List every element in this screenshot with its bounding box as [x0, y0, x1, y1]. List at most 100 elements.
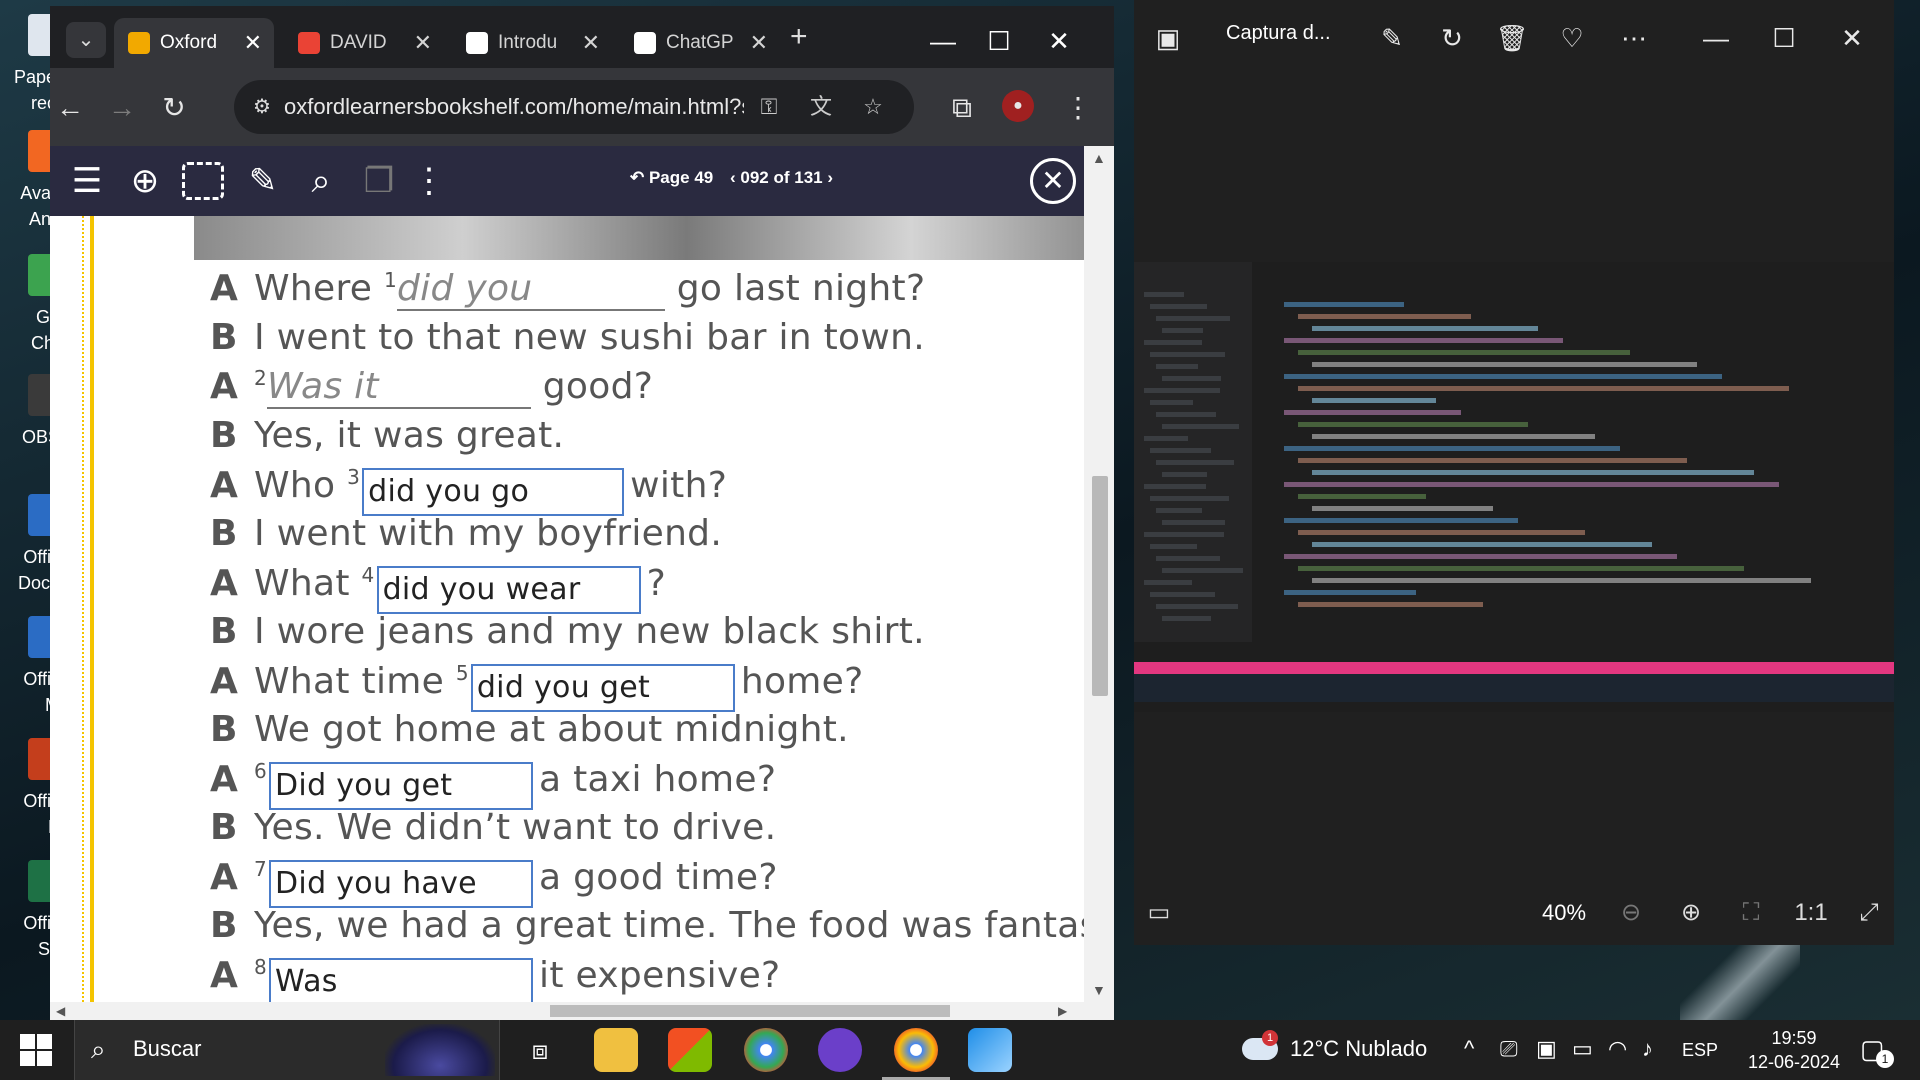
fit-to-window-icon[interactable]: ⛶	[1734, 896, 1768, 930]
site-info-icon[interactable]: ⚙	[248, 93, 276, 121]
desktop-icon[interactable]: Offic Docu	[0, 494, 62, 614]
desktop-icon[interactable]: Offic P	[0, 738, 62, 858]
task-view-icon[interactable]: ⧈	[518, 1028, 562, 1072]
start-button[interactable]	[20, 1034, 52, 1066]
scroll-left-icon[interactable]: ◀	[56, 1002, 65, 1020]
taskbar-search[interactable]: ⌕ Buscar	[74, 1020, 500, 1080]
delete-icon[interactable]: 🗑	[1494, 20, 1530, 56]
next-page-button[interactable]: ›	[823, 168, 833, 187]
taskbar: ⌕ Buscar ⧈ 1 12°C Nublado ^ ⎚ ▣ ▭ ◠ ♪ ES…	[0, 1020, 1920, 1080]
bookmark-star-icon[interactable]: ☆	[858, 92, 888, 122]
close-tab-icon[interactable]: ✕	[582, 18, 600, 68]
scroll-up-icon[interactable]: ▲	[1092, 150, 1106, 166]
zoom-in-icon[interactable]: ⊕	[1674, 896, 1708, 930]
minimize-button[interactable]: —	[918, 16, 968, 66]
viewer-minimize-button[interactable]: —	[1698, 20, 1734, 56]
photos-icon[interactable]	[968, 1028, 1012, 1072]
zoom-in-icon[interactable]: ⊕	[122, 158, 168, 204]
more-icon[interactable]: ⋯	[1616, 20, 1652, 56]
horizontal-scrollbar[interactable]: ◀ ▶	[50, 1002, 1114, 1020]
answer-input[interactable]: Did you have	[269, 860, 534, 908]
desktop-icon[interactable]: Offic Sh	[0, 860, 62, 980]
prev-page-button[interactable]: ‹	[730, 168, 740, 187]
answer-input[interactable]: Was	[269, 958, 534, 1002]
tray-chevron-icon[interactable]: ^	[1464, 1036, 1474, 1062]
table-of-contents-icon[interactable]: ☰	[64, 158, 110, 204]
filmstrip-icon[interactable]: ▭	[1142, 896, 1176, 930]
close-tab-icon[interactable]: ✕	[750, 18, 768, 68]
dialogue-text: Yes. We didn’t want to drive.	[254, 807, 777, 848]
back-button[interactable]: ←	[50, 88, 90, 128]
favorite-heart-icon[interactable]: ♡	[1554, 20, 1590, 56]
desktop-icon[interactable]: Go Chr	[0, 254, 62, 374]
scroll-thumb[interactable]	[1092, 476, 1108, 696]
answer-input[interactable]: did you go	[362, 468, 625, 516]
desktop-icon[interactable]: Avas Anti	[0, 130, 62, 250]
answer-input[interactable]: did you get	[470, 664, 735, 712]
close-tab-icon[interactable]: ✕	[244, 18, 262, 68]
scroll-down-icon[interactable]: ▼	[1092, 982, 1106, 998]
profile-avatar[interactable]: ●	[1002, 90, 1034, 122]
chrome-icon[interactable]	[882, 1028, 950, 1080]
rotate-icon[interactable]: ↻	[1434, 20, 1470, 56]
forward-button[interactable]: →	[102, 88, 142, 128]
viewer-close-button[interactable]: ✕	[1834, 20, 1870, 56]
example-answer: did you	[397, 268, 665, 311]
close-window-button[interactable]: ✕	[1034, 16, 1084, 66]
store-icon[interactable]	[668, 1028, 712, 1072]
actual-size-icon[interactable]: 1:1	[1794, 896, 1828, 930]
translate-icon[interactable]: 文	[806, 92, 836, 122]
clock[interactable]: 19:59 12-06-2024	[1734, 1026, 1854, 1074]
address-bar[interactable]: ⚙ oxfordlearnersbookshelf.com/home/main.…	[234, 80, 914, 134]
language-indicator[interactable]: ESP	[1682, 1040, 1718, 1061]
edit-image-icon[interactable]: ✎	[1374, 20, 1410, 56]
answer-input[interactable]: did you wear	[376, 566, 641, 614]
chrome-profile-icon[interactable]	[744, 1028, 788, 1072]
weather-text[interactable]: 12°C Nublado	[1290, 1036, 1427, 1062]
speaker-label: B	[210, 905, 238, 946]
copy-pages-icon[interactable]: ❐	[356, 158, 402, 204]
code-line	[1312, 326, 1538, 331]
browser-menu-icon[interactable]: ⋮	[1058, 88, 1098, 128]
browser-tab[interactable]: ChatGP ✕	[620, 18, 780, 68]
maximize-button[interactable]: ☐	[974, 16, 1024, 66]
reload-button[interactable]: ↻	[154, 88, 194, 128]
file-explorer-icon[interactable]	[594, 1028, 638, 1072]
meet-icon[interactable]: ⎚	[1500, 1036, 1518, 1062]
desktop-icon[interactable]: Papel reci	[0, 14, 62, 134]
iptv-icon[interactable]	[818, 1028, 862, 1072]
desktop-icon[interactable]: OBS	[0, 374, 62, 494]
pen-tool-icon[interactable]: ✎	[240, 158, 286, 204]
viewer-maximize-button[interactable]: ☐	[1766, 20, 1802, 56]
answer-input[interactable]: Did you get	[269, 762, 534, 810]
go-to-page-button[interactable]: ↶ Page 49	[630, 168, 713, 188]
speaker-label: B	[210, 415, 238, 456]
close-reader-button[interactable]: ✕	[1030, 158, 1076, 204]
gmail-icon	[298, 32, 320, 54]
new-tab-button[interactable]: +	[790, 20, 808, 54]
browser-tab[interactable]: Introdu ✕	[452, 18, 612, 68]
search-icon[interactable]: ⌕	[298, 158, 344, 204]
more-options-icon[interactable]: ⋮	[406, 158, 452, 204]
close-tab-icon[interactable]: ✕	[414, 18, 432, 68]
extensions-icon[interactable]: ⧉	[942, 88, 982, 128]
explorer-line	[1150, 496, 1229, 501]
desktop-icon[interactable]: Offic M	[0, 616, 62, 736]
battery-icon[interactable]: ▭	[1572, 1036, 1593, 1062]
password-key-icon[interactable]: ⚿	[754, 92, 784, 122]
scroll-right-icon[interactable]: ▶	[1058, 1002, 1067, 1020]
browser-tab[interactable]: Oxford ✕	[114, 18, 274, 68]
hscroll-thumb[interactable]	[550, 1005, 950, 1017]
speaker-label: A	[210, 563, 239, 604]
zoom-out-icon[interactable]: ⊖	[1614, 896, 1648, 930]
screen-icon[interactable]: ▣	[1536, 1036, 1557, 1062]
volume-icon[interactable]: ♪	[1642, 1036, 1653, 1062]
wifi-icon[interactable]: ◠	[1608, 1036, 1627, 1062]
explorer-line	[1150, 448, 1211, 453]
tab-search-button[interactable]: ⌄	[66, 22, 106, 58]
select-area-icon[interactable]	[182, 162, 224, 200]
browser-tab[interactable]: DAVID ✕	[284, 18, 444, 68]
fullscreen-icon[interactable]: ⤢	[1852, 896, 1886, 930]
code-line	[1284, 482, 1779, 487]
vertical-scrollbar[interactable]: ▲ ▼	[1084, 146, 1114, 1002]
